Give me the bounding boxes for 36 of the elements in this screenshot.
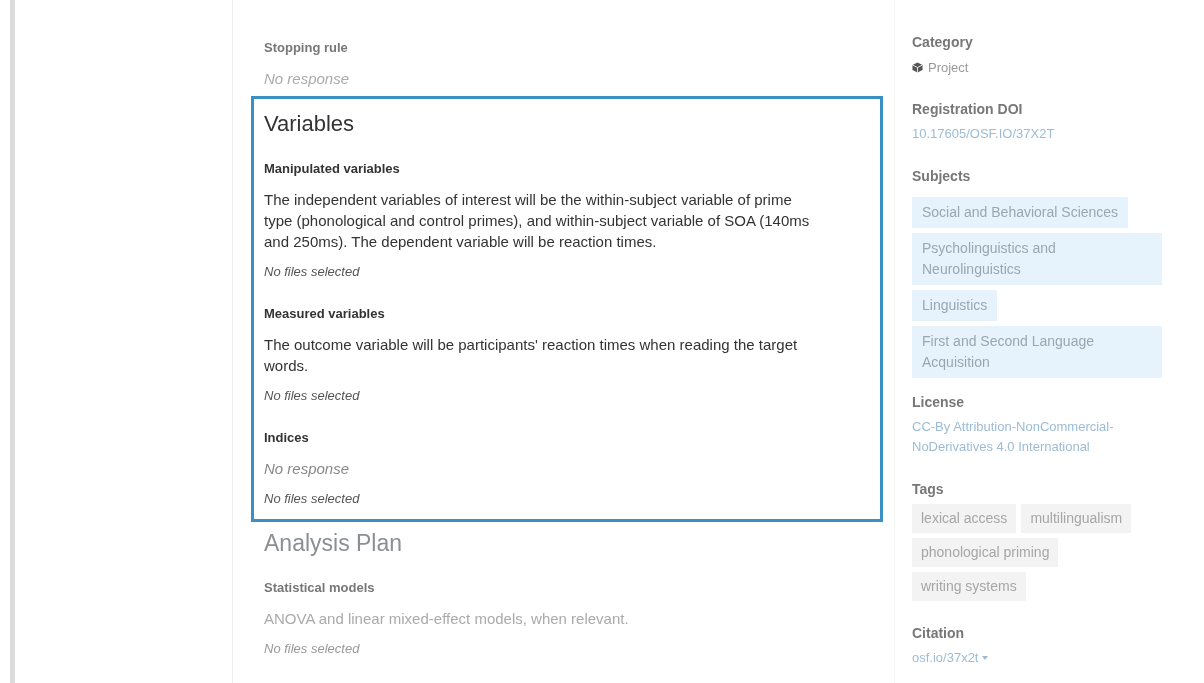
subject-tag[interactable]: Linguistics <box>912 290 998 321</box>
question-label: Measured variables <box>264 305 386 323</box>
subject-tag[interactable]: First and Second Language Acquisition <box>912 326 1162 378</box>
sidebar-link[interactable]: 10.17605/OSF.IO/37X2T <box>912 124 1184 144</box>
files-note: No files selected <box>264 387 361 405</box>
files-note: No files selected <box>264 490 361 508</box>
section-heading: Analysis Plan <box>264 529 404 558</box>
question-label: Statistical models <box>264 579 376 597</box>
sidebar-heading: Category <box>912 33 974 52</box>
subject-tag[interactable]: Psycholinguistics and Neurolinguistics <box>912 233 1162 285</box>
keyword-tag[interactable]: lexical access <box>912 504 1017 533</box>
keyword-tag[interactable]: multilingualism <box>1021 504 1132 533</box>
question-label: Stopping rule <box>264 39 349 57</box>
answer-text: No response <box>264 459 351 479</box>
question-label: Indices <box>264 429 310 447</box>
question-label: Manipulated variables <box>264 160 401 178</box>
caret-icon <box>981 656 988 660</box>
cube-icon <box>912 61 923 73</box>
answer-text: The independent variables of interest will be the within-subject variable of prime type (phonological and control primes), and within-subject variable of SOA (140ms and 250ms). The dependent variable will be reaction times. <box>264 190 811 252</box>
files-note: No files selected <box>264 263 361 281</box>
answer-text: ANOVA and linear mixed-effect models, when relevant. <box>264 609 630 629</box>
sidebar-heading: Registration DOI <box>912 100 1024 119</box>
sidebar-link[interactable]: CC-By Attribution-NonCommercial-NoDerivatives 4.0 International <box>912 417 1184 457</box>
category-text: Project <box>928 59 969 75</box>
sidebar-heading: License <box>912 393 966 412</box>
citation-dropdown[interactable]: osf.io/37x2t <box>912 648 988 668</box>
sidebar-heading: Subjects <box>912 167 972 186</box>
keyword-tag[interactable]: phonological priming <box>912 538 1059 567</box>
answer-text: The outcome variable will be participants' reaction times when reading the target words. <box>264 335 799 376</box>
sidebar-heading: Tags <box>912 480 945 499</box>
sidebar-heading: Citation <box>912 624 966 643</box>
subject-tag[interactable]: Social and Behavioral Sciences <box>912 197 1129 228</box>
files-note: No files selected <box>264 640 361 658</box>
section-heading: Variables <box>264 110 356 138</box>
answer-text: No response <box>264 69 351 89</box>
keyword-tag[interactable]: writing systems <box>912 572 1026 601</box>
